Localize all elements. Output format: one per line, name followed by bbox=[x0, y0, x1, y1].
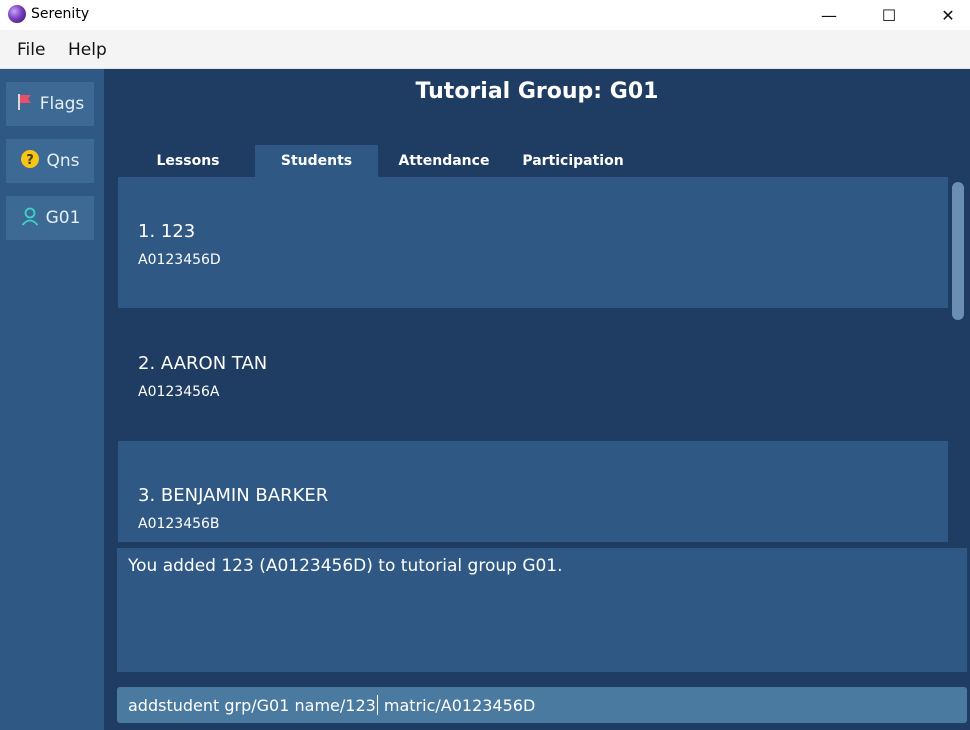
list-item[interactable]: 2. AARON TAN A0123456A bbox=[118, 309, 948, 440]
text-caret bbox=[376, 695, 378, 715]
page-title: Tutorial Group: G01 bbox=[415, 79, 659, 104]
list-item[interactable]: 3. BENJAMIN BARKER A0123456B bbox=[118, 441, 948, 542]
command-text-after-caret: matric/A0123456D bbox=[378, 695, 536, 715]
window-title: Serenity bbox=[31, 6, 90, 22]
maximize-button[interactable]: ☐ bbox=[866, 0, 912, 30]
student-name: 2. AARON TAN bbox=[138, 353, 268, 374]
sidebar-item-label: Qns bbox=[46, 151, 80, 171]
tab-lessons[interactable]: Lessons bbox=[138, 145, 238, 177]
sidebar: Flags ? Qns G01 bbox=[0, 69, 104, 730]
result-message: You added 123 (A0123456D) to tutorial gr… bbox=[128, 556, 563, 576]
sidebar-item-label: Flags bbox=[39, 94, 85, 114]
tab-attendance[interactable]: Attendance bbox=[394, 145, 494, 177]
user-icon bbox=[20, 206, 40, 231]
menu-help[interactable]: Help bbox=[68, 40, 107, 60]
tab-participation[interactable]: Participation bbox=[518, 145, 628, 177]
title-bar: Serenity — ☐ ✕ bbox=[0, 0, 970, 30]
close-button[interactable]: ✕ bbox=[925, 0, 970, 30]
student-matric: A0123456B bbox=[138, 516, 220, 532]
student-name: 1. 123 bbox=[138, 221, 196, 242]
list-scrollbar[interactable] bbox=[952, 182, 964, 320]
menu-bar: File Help bbox=[0, 30, 970, 69]
tab-students[interactable]: Students bbox=[255, 145, 378, 177]
student-matric: A0123456A bbox=[138, 384, 220, 400]
minimize-button[interactable]: — bbox=[806, 0, 852, 30]
sidebar-item-flags[interactable]: Flags bbox=[6, 82, 94, 126]
sidebar-item-g01[interactable]: G01 bbox=[6, 196, 94, 240]
sidebar-item-qns[interactable]: ? Qns bbox=[6, 139, 94, 183]
command-input[interactable]: addstudent grp/G01 name/123 matric/A0123… bbox=[117, 687, 967, 723]
menu-file[interactable]: File bbox=[17, 40, 45, 60]
student-matric: A0123456D bbox=[138, 252, 221, 268]
list-item[interactable]: 1. 123 A0123456D bbox=[118, 177, 948, 308]
main-panel: Tutorial Group: G01 Lessons Students Att… bbox=[104, 69, 970, 730]
student-name: 3. BENJAMIN BARKER bbox=[138, 485, 329, 506]
sidebar-item-label: G01 bbox=[45, 208, 81, 228]
flag-icon bbox=[16, 93, 34, 116]
question-icon: ? bbox=[20, 149, 40, 174]
student-list: 1. 123 A0123456D 2. AARON TAN A0123456A … bbox=[118, 177, 950, 542]
app-logo-icon bbox=[8, 5, 26, 23]
result-display: You added 123 (A0123456D) to tutorial gr… bbox=[117, 548, 967, 672]
svg-text:?: ? bbox=[27, 153, 35, 168]
command-text-before-caret: addstudent grp/G01 name/123 bbox=[128, 695, 376, 715]
